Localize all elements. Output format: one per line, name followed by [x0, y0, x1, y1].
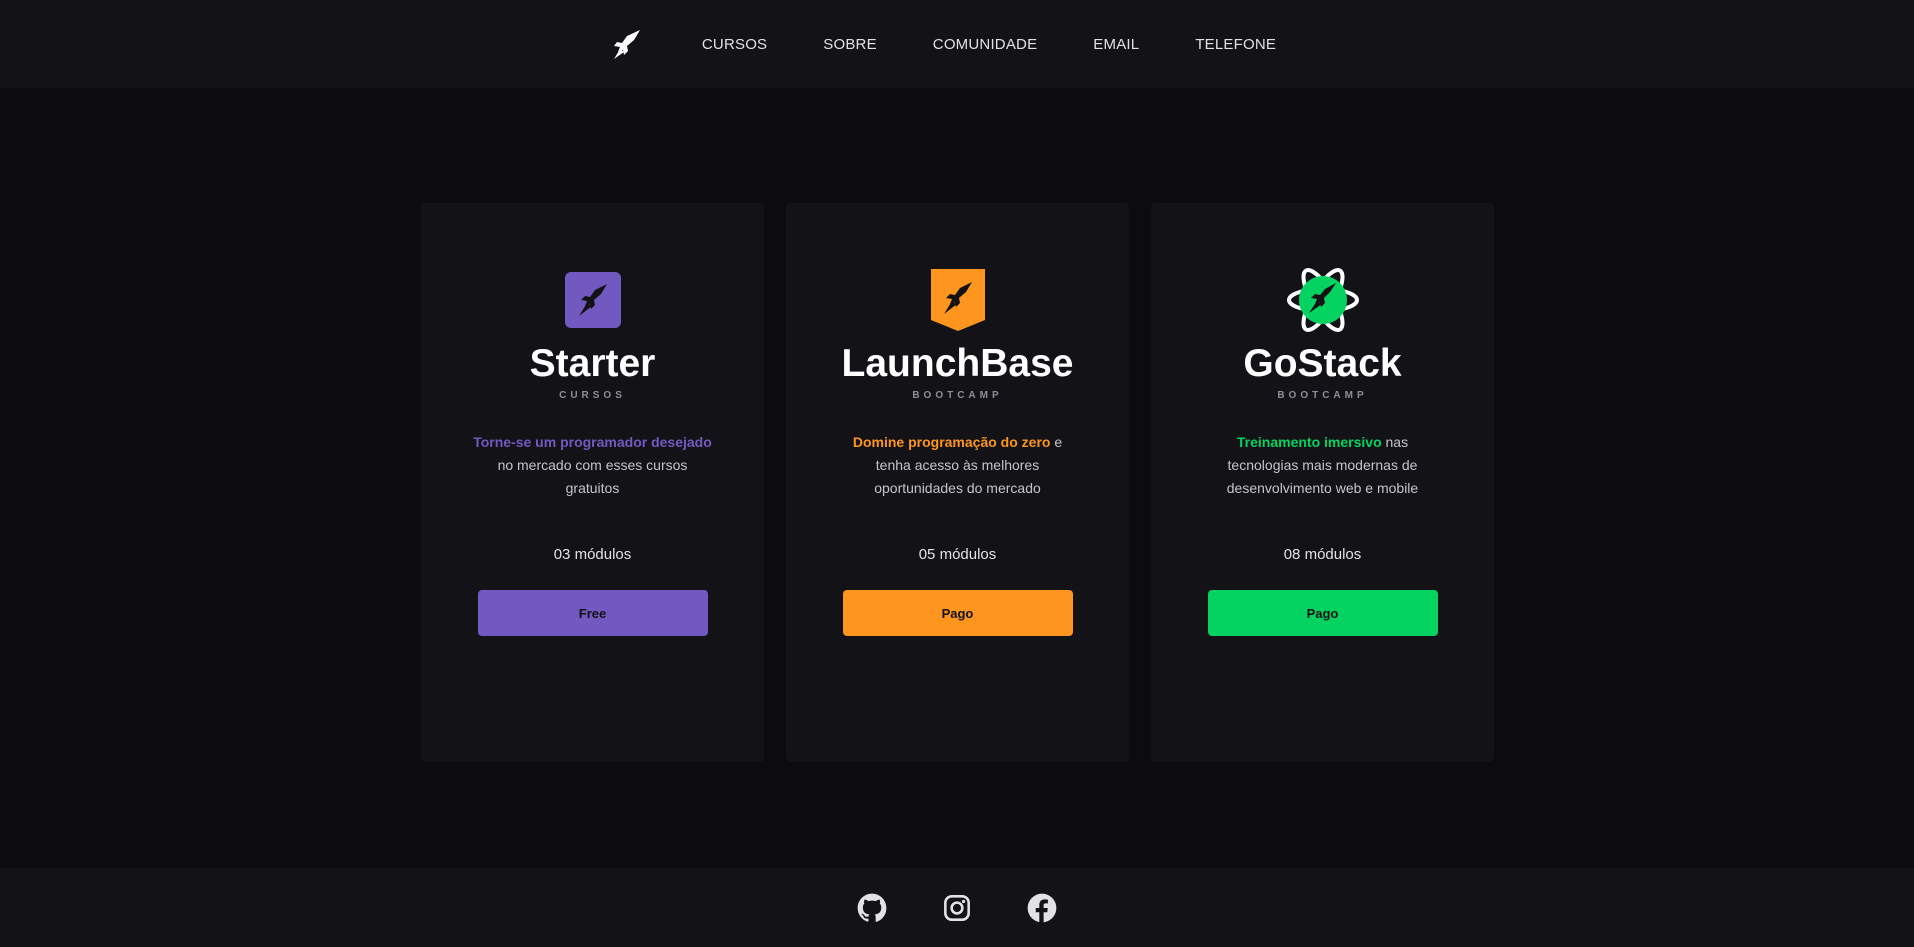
- card-modules: 08 módulos: [1283, 546, 1362, 563]
- card-gostack: GoStack BOOTCAMP Treinamento imersivo na…: [1151, 203, 1494, 762]
- nav-comunidade[interactable]: COMUNIDADE: [933, 36, 1038, 53]
- nav-email[interactable]: EMAIL: [1093, 36, 1139, 53]
- card-description: Treinamento imersivo nas tecnologias mai…: [1203, 431, 1443, 500]
- course-cards: Starter CURSOS Torne-se um programador d…: [421, 203, 1494, 762]
- card-highlight: Treinamento imersivo: [1236, 434, 1382, 450]
- facebook-icon[interactable]: [1027, 893, 1057, 923]
- rocket-shield-icon: [922, 269, 994, 331]
- card-modules: 03 módulos: [553, 546, 632, 563]
- free-button[interactable]: Free: [477, 590, 708, 636]
- card-modules: 05 módulos: [918, 546, 997, 563]
- nav-sobre[interactable]: SOBRE: [823, 36, 877, 53]
- card-description: Torne-se um programador desejado no merc…: [473, 431, 713, 500]
- footer: [0, 868, 1914, 947]
- card-subtitle: BOOTCAMP: [912, 390, 1003, 401]
- card-subtitle: BOOTCAMP: [1277, 390, 1368, 401]
- github-icon[interactable]: [857, 893, 887, 923]
- instagram-icon[interactable]: [942, 893, 972, 923]
- card-subtitle: CURSOS: [559, 390, 626, 401]
- card-highlight: Domine programação do zero: [852, 434, 1051, 450]
- card-description: Domine programação do zero e tenha acess…: [838, 431, 1078, 500]
- rocket-atom-icon: [1286, 268, 1359, 332]
- card-title: Starter: [529, 342, 656, 385]
- nav-telefone[interactable]: TELEFONE: [1195, 36, 1276, 53]
- card-highlight: Torne-se um programador desejado: [473, 434, 712, 450]
- pago-button[interactable]: Pago: [842, 590, 1073, 636]
- header: CURSOS SOBRE COMUNIDADE EMAIL TELEFONE: [0, 0, 1914, 88]
- nav-cursos[interactable]: CURSOS: [702, 36, 767, 53]
- card-starter: Starter CURSOS Torne-se um programador d…: [421, 203, 764, 762]
- pago-button[interactable]: Pago: [1207, 590, 1438, 636]
- card-description-text: no mercado com esses cursos gratuitos: [497, 457, 688, 496]
- card-launchbase: LaunchBase BOOTCAMP Domine programação d…: [786, 203, 1129, 762]
- card-title: GoStack: [1243, 342, 1402, 385]
- card-title: LaunchBase: [841, 342, 1074, 385]
- rocket-square-icon: [557, 270, 629, 330]
- rocket-icon[interactable]: [610, 26, 646, 62]
- main-nav: CURSOS SOBRE COMUNIDADE EMAIL TELEFONE: [610, 26, 1304, 62]
